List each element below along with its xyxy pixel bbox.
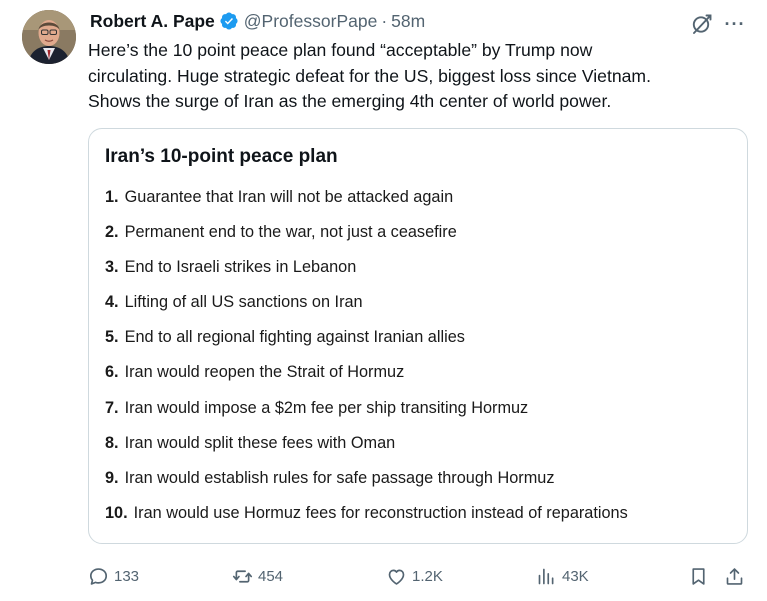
item-text: Iran would establish rules for safe pass…	[124, 468, 555, 487]
list-item: 3. End to Israeli strikes in Lebanon	[105, 258, 628, 293]
tweet-text-line: Shows the surge of Iran as the emerging …	[88, 91, 612, 111]
tweet: Robert A. Pape @ProfessorPape · 58m ··· …	[0, 0, 767, 601]
tweet-text-line: Here’s the 10 point peace plan found “ac…	[88, 40, 593, 60]
media-card[interactable]: Iran’s 10-point peace plan 1. Guarantee t…	[88, 128, 748, 544]
item-number: 3.	[105, 258, 119, 277]
list-item: 10. Iran would use Hormuz fees for recons…	[105, 504, 628, 539]
list-item: 8. Iran would split these fees with Oman	[105, 434, 628, 469]
like-icon	[388, 569, 405, 585]
item-number: 8.	[105, 433, 119, 452]
verified-badge-icon[interactable]	[219, 11, 239, 31]
tweet-header: Robert A. Pape @ProfessorPape · 58m	[90, 9, 425, 33]
timestamp[interactable]: 58m	[391, 11, 425, 32]
bookmark-icon	[692, 567, 705, 585]
item-number: 9.	[105, 468, 119, 487]
repost-icon	[232, 569, 253, 583]
list-item: 2. Permanent end to the war, not just a c…	[105, 223, 628, 258]
reply-button[interactable]: 133	[88, 563, 139, 589]
separator-dot: ·	[381, 10, 388, 31]
author-handle[interactable]: @ProfessorPape	[244, 11, 378, 32]
list-item: 4. Lifting of all US sanctions on Iran	[105, 293, 628, 328]
item-number: 7.	[105, 398, 119, 417]
share-button[interactable]	[724, 563, 745, 589]
item-number: 5.	[105, 328, 119, 347]
item-text: End to Israeli strikes in Lebanon	[124, 258, 357, 277]
reply-count: 133	[114, 567, 140, 585]
item-number: 2.	[105, 223, 119, 242]
item-number: 6.	[105, 363, 119, 382]
avatar-image	[22, 10, 76, 64]
like-count: 1.2K	[412, 567, 443, 585]
repost-count: 454	[258, 567, 284, 585]
item-number: 1.	[105, 188, 119, 206]
item-text: Iran would use Hormuz fees for reconstru…	[133, 503, 628, 522]
item-text: Permanent end to the war, not just a cea…	[124, 223, 457, 242]
more-options-icon[interactable]: ···	[722, 12, 748, 36]
views-icon	[538, 568, 554, 584]
list-item: 7. Iran would impose a $2m fee per ship t…	[105, 399, 628, 434]
avatar[interactable]	[22, 10, 76, 64]
tweet-text: Here’s the 10 point peace plan found “ac…	[88, 38, 758, 115]
repost-button[interactable]: 454	[232, 563, 283, 589]
tweet-text-line: circulating. Huge strategic defeat for t…	[88, 65, 651, 86]
card-title: Iran’s 10-point peace plan	[105, 146, 338, 167]
item-text: Iran would split these fees with Oman	[124, 433, 396, 452]
action-bar: 133 454 1.2K 43K	[88, 563, 758, 589]
item-text: End to all regional fighting against Ira…	[124, 328, 465, 347]
views-button[interactable]: 43K	[536, 563, 589, 589]
item-text: Iran would reopen the Strait of Hormuz	[124, 363, 405, 382]
author-name[interactable]: Robert A. Pape	[90, 11, 215, 32]
item-text: Lifting of all US sanctions on Iran	[124, 293, 363, 312]
views-count: 43K	[562, 567, 589, 585]
share-icon	[726, 567, 743, 585]
like-button[interactable]: 1.2K	[386, 563, 443, 589]
grok-icon[interactable]	[690, 12, 714, 36]
item-number: 10.	[105, 503, 128, 522]
list-item: 1. Guarantee that Iran will not be attack…	[105, 188, 628, 223]
list-item: 6. Iran would reopen the Strait of Hormuz	[105, 363, 628, 398]
peace-plan-list: 1. Guarantee that Iran will not be attack…	[105, 188, 628, 539]
reply-icon	[89, 567, 108, 585]
item-text: Iran would impose a $2m fee per ship tra…	[124, 398, 529, 417]
item-number: 4.	[105, 293, 119, 312]
list-item: 5. End to all regional fighting against I…	[105, 328, 628, 363]
list-item: 9. Iran would establish rules for safe pa…	[105, 469, 628, 504]
item-text: Guarantee that Iran will not be attacked…	[124, 188, 454, 206]
bookmark-button[interactable]	[688, 563, 709, 589]
